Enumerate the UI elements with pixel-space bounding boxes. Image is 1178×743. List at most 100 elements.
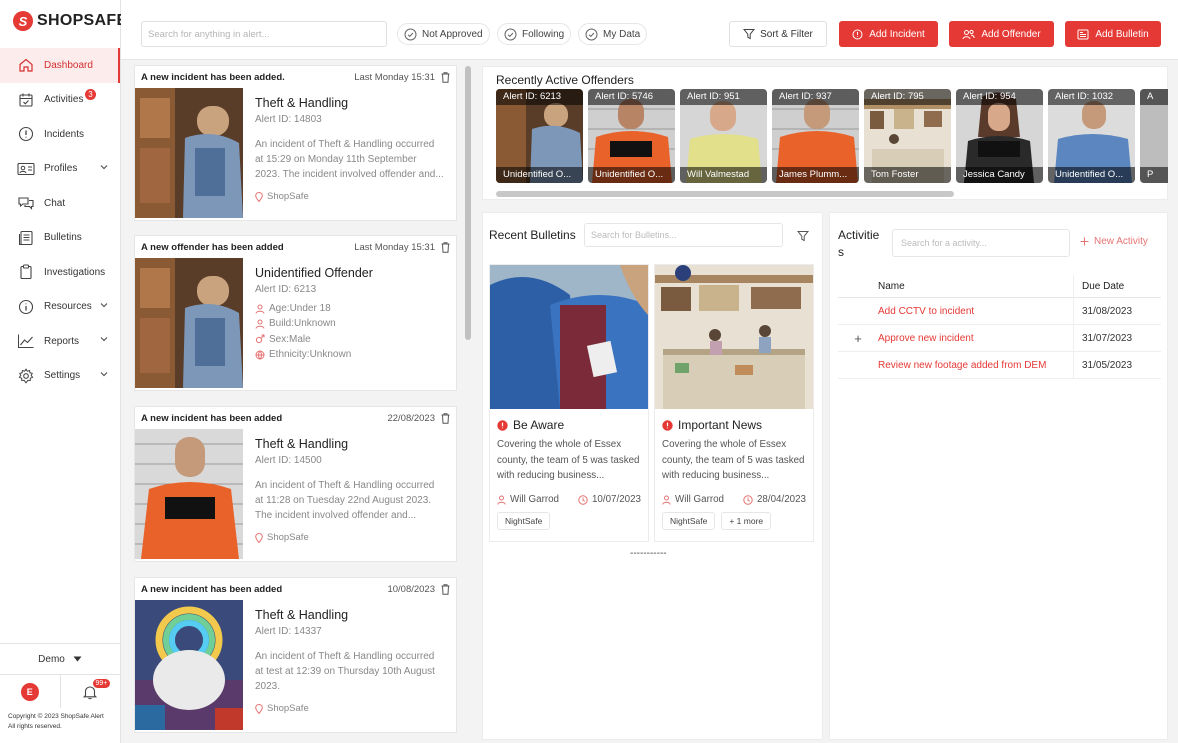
top-toolbar: Search for anything in alert... Not Appr…	[121, 0, 1178, 60]
activities-table: Name Due Date Add CCTV to incident 31/08…	[838, 275, 1161, 379]
offender-tile[interactable]: Alert ID: 1032 Unidentified O...	[1048, 89, 1135, 183]
caret-down-icon	[73, 656, 82, 662]
add-bulletin-button[interactable]: Add Bulletin	[1065, 21, 1161, 47]
row-expand-button[interactable]: +	[838, 331, 878, 346]
sidebar-item-label: Profiles	[44, 163, 78, 175]
offender-tile[interactable]: Alert ID: 937 James Plumm...	[772, 89, 859, 183]
feed-card[interactable]: A new incident has been added 10/08/2023…	[134, 577, 457, 733]
avatar[interactable]: E	[20, 682, 39, 701]
sidebar-item-investigations[interactable]: Investigations	[0, 255, 120, 290]
offender-alert-id: Alert ID: 951	[680, 89, 767, 105]
not-approved-filter-chip[interactable]: Not Approved	[397, 23, 490, 45]
feed-scrollbar-thumb[interactable]	[465, 66, 471, 340]
alert-icon	[497, 419, 508, 431]
offender-tile[interactable]: A P	[1140, 89, 1168, 183]
offenders-scrollbar-thumb[interactable]	[496, 191, 954, 197]
activities-title-line2: s	[838, 245, 844, 259]
bulletin-tag[interactable]: NightSafe	[662, 512, 716, 530]
offender-attr-build: Build:Unknown	[255, 316, 444, 331]
bulletin-image	[490, 265, 648, 409]
sidebar-item-chat[interactable]: Chat	[0, 186, 120, 221]
table-row[interactable]: Add CCTV to incident 31/08/2023	[838, 298, 1161, 325]
trash-icon[interactable]	[441, 71, 450, 83]
offender-tile[interactable]: Alert ID: 954 Jessica Candy	[956, 89, 1043, 183]
offenders-carousel: Alert ID: 6213 Unidentified O... Alert I…	[496, 89, 1168, 183]
trash-icon[interactable]	[441, 241, 450, 253]
activities-title-line1: Activitie	[838, 228, 880, 242]
sidebar-item-profiles[interactable]: Profiles	[0, 152, 120, 187]
more-tags-button[interactable]: + 1 more	[721, 512, 772, 530]
sidebar: S SHOPSAFE Dashboard Activities 3 Incide…	[0, 0, 127, 743]
sidebar-item-label: Chat	[44, 197, 66, 209]
following-filter-chip[interactable]: Following	[497, 23, 572, 45]
alert-id: Alert ID: 14803	[255, 114, 322, 125]
gear-icon	[17, 367, 35, 385]
feed-card[interactable]: A new incident has been added 22/08/2023…	[134, 406, 457, 562]
bulletins-search-input[interactable]: Search for Bulletins...	[584, 223, 783, 247]
sidebar-item-settings[interactable]: Settings	[0, 359, 120, 394]
sort-filter-button[interactable]: Sort & Filter	[729, 21, 827, 47]
trash-icon[interactable]	[441, 583, 450, 595]
feed-card-heading: A new offender has been added	[141, 241, 284, 253]
person-icon	[662, 495, 671, 505]
logo-text: SHOPSAFE	[37, 12, 128, 29]
col-name-header[interactable]: Name	[878, 281, 1073, 292]
incident-thumbnail	[135, 429, 243, 559]
col-due-header[interactable]: Due Date	[1073, 275, 1124, 297]
feed-card-heading: A new incident has been added	[141, 412, 283, 424]
user-row: E 99+	[0, 674, 120, 708]
demo-selector[interactable]: Demo	[0, 644, 120, 674]
feed-card[interactable]: A new incident has been added. Last Mond…	[134, 65, 457, 221]
sidebar-item-resources[interactable]: Resources	[0, 290, 120, 325]
bulletin-description: Covering the whole of Essex county, the …	[662, 439, 805, 481]
offender-tile[interactable]: Alert ID: 6213 Unidentified O...	[496, 89, 583, 183]
sidebar-item-activities[interactable]: Activities 3	[0, 83, 120, 118]
chevron-down-icon	[100, 164, 108, 170]
bulletin-card[interactable]: Important News Covering the whole of Ess…	[654, 264, 814, 542]
clipboard-icon	[17, 263, 35, 281]
offender-tile[interactable]: Alert ID: 795 Tom Foster	[864, 89, 951, 183]
bulletin-meta: Will Garrod 10/07/2023	[490, 483, 648, 505]
notifications-cell[interactable]: 99+	[61, 675, 121, 708]
demo-label: Demo	[38, 653, 65, 665]
new-activity-button[interactable]: New Activity	[1080, 236, 1148, 247]
global-search-input[interactable]: Search for anything in alert...	[141, 21, 387, 47]
bulletin-meta: Will Garrod 28/04/2023	[655, 483, 813, 505]
bulletin-tag[interactable]: NightSafe	[497, 512, 551, 530]
table-row[interactable]: + Approve new incident 31/07/2023	[838, 325, 1161, 352]
sidebar-item-label: Investigations	[44, 266, 106, 278]
sidebar-item-reports[interactable]: Reports	[0, 324, 120, 359]
offender-tile[interactable]: Alert ID: 951 Will Valmestad	[680, 89, 767, 183]
feed-card-header: A new offender has been added Last Monda…	[135, 236, 456, 258]
offender-tile[interactable]: Alert ID: 5746 Unidentified O...	[588, 89, 675, 183]
sidebar-item-dashboard[interactable]: Dashboard	[0, 48, 120, 83]
alert-id: Alert ID: 6213	[255, 284, 317, 295]
add-incident-button[interactable]: Add Incident	[839, 21, 938, 47]
feed-card-heading: A new incident has been added	[141, 583, 283, 595]
offender-alert-id: Alert ID: 6213	[496, 89, 583, 105]
feed-card[interactable]: A new offender has been added Last Monda…	[134, 235, 457, 391]
location-label: ShopSafe	[267, 532, 309, 543]
offender-name: Tom Foster	[864, 167, 951, 183]
bulletin-card[interactable]: Be Aware Covering the whole of Essex cou…	[489, 264, 649, 542]
sidebar-item-incidents[interactable]: Incidents	[0, 117, 120, 152]
activity-name[interactable]: Approve new incident	[878, 333, 1073, 344]
sidebar-footer: Demo E 99+ Copyright © 2023 ShopSafe Ale…	[0, 643, 120, 736]
my-data-filter-chip[interactable]: My Data	[578, 23, 648, 45]
incident-thumbnail	[135, 88, 243, 218]
activities-search-input[interactable]: Search for a activity...	[892, 229, 1070, 257]
bulletin-title-row: Be Aware	[490, 409, 648, 437]
activity-name[interactable]: Add CCTV to incident	[878, 306, 1073, 317]
trash-icon[interactable]	[441, 412, 450, 424]
filter-icon[interactable]	[797, 230, 809, 242]
add-offender-button[interactable]: Add Offender	[949, 21, 1054, 47]
sidebar-item-bulletins[interactable]: Bulletins	[0, 221, 120, 256]
calendar-check-icon	[17, 91, 35, 109]
logo-mark-icon: S	[13, 11, 33, 31]
table-row[interactable]: Review new footage added from DEM 31/05/…	[838, 352, 1161, 379]
add-incident-label: Add Incident	[869, 28, 925, 40]
logo[interactable]: S SHOPSAFE	[13, 11, 127, 31]
activity-name[interactable]: Review new footage added from DEM	[878, 360, 1073, 371]
sidebar-nav: Dashboard Activities 3 Incidents Profile…	[0, 48, 120, 393]
sidebar-item-label: Resources	[44, 301, 92, 313]
